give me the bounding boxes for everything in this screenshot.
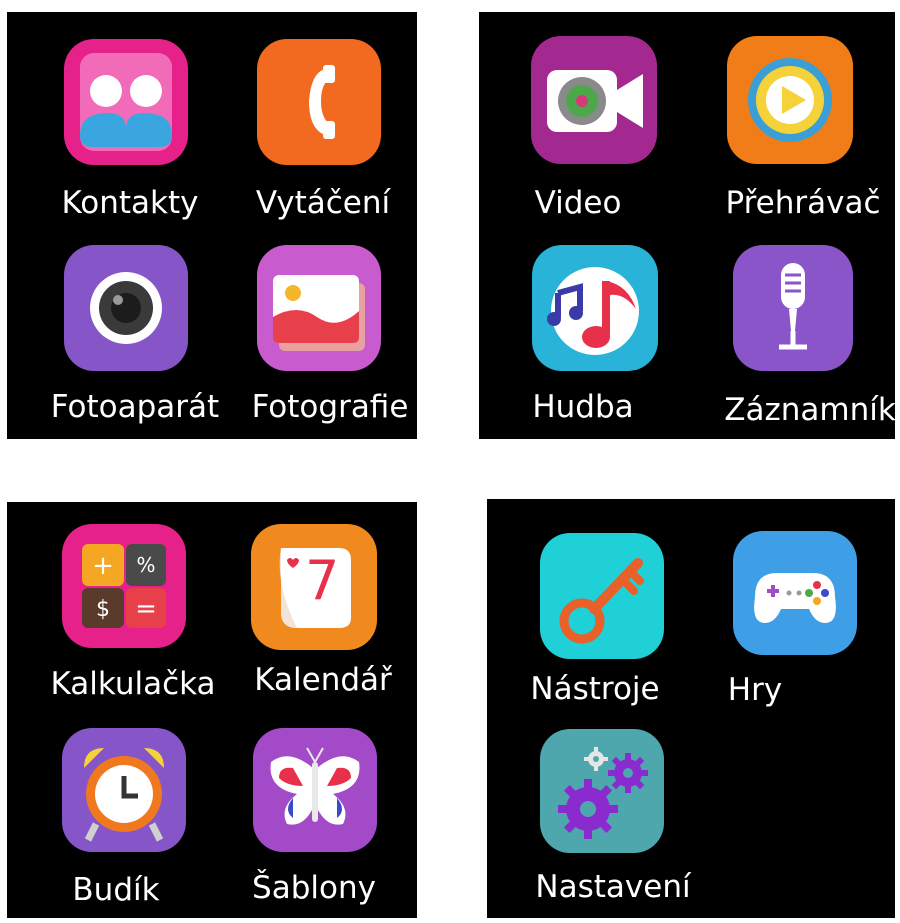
calendar-icon[interactable]: 7 bbox=[251, 524, 377, 650]
app-label: Kalendář bbox=[254, 662, 392, 698]
video-camera-icon[interactable] bbox=[531, 36, 657, 164]
app-label: Hudba bbox=[532, 389, 634, 425]
butterfly-icon[interactable] bbox=[253, 728, 377, 852]
app-label: Kontakty bbox=[61, 185, 199, 221]
key-icon[interactable] bbox=[540, 533, 664, 659]
app-label: Fotoaparát bbox=[50, 389, 220, 425]
app-screen-4: Nástroje Hry Nastavení bbox=[487, 499, 895, 918]
app-screen-1: Kontakty Vytáčení Fotoaparát Fotografie bbox=[7, 12, 417, 439]
gamepad-icon[interactable] bbox=[733, 531, 857, 655]
microphone-icon[interactable] bbox=[733, 245, 853, 371]
app-label: Hry bbox=[727, 672, 783, 708]
calendar-day: 7 bbox=[305, 549, 340, 612]
calculator-icon[interactable]: + % $ = bbox=[62, 524, 186, 648]
camera-icon[interactable] bbox=[64, 245, 188, 371]
play-icon[interactable] bbox=[727, 36, 853, 164]
app-label: Nástroje bbox=[530, 671, 660, 707]
app-screen-3: + % $ = Kalkulačka 7 Kalendář Budík Šabl… bbox=[7, 502, 417, 918]
app-label: Šablony bbox=[252, 870, 376, 906]
app-label: Záznamník bbox=[724, 392, 896, 428]
svg-text:%: % bbox=[136, 553, 155, 577]
app-screen-2: Video Přehrávač Hudba Záznamník bbox=[479, 12, 896, 439]
gallery-icon[interactable] bbox=[257, 245, 381, 371]
music-note-icon[interactable] bbox=[532, 245, 658, 371]
app-label: Nastavení bbox=[535, 869, 691, 905]
svg-text:=: = bbox=[135, 594, 157, 624]
gears-icon[interactable] bbox=[540, 729, 664, 853]
app-label: Video bbox=[534, 185, 622, 221]
app-label: Vytáčení bbox=[255, 185, 391, 221]
phone-icon[interactable] bbox=[257, 39, 381, 165]
app-label: Fotografie bbox=[251, 389, 409, 425]
alarm-clock-icon[interactable] bbox=[62, 728, 186, 852]
svg-text:+: + bbox=[92, 551, 114, 581]
contacts-icon[interactable] bbox=[64, 39, 188, 165]
app-label: Přehrávač bbox=[725, 185, 881, 221]
svg-text:$: $ bbox=[96, 597, 110, 622]
app-label: Kalkulačka bbox=[50, 666, 216, 702]
app-label: Budík bbox=[72, 872, 160, 908]
